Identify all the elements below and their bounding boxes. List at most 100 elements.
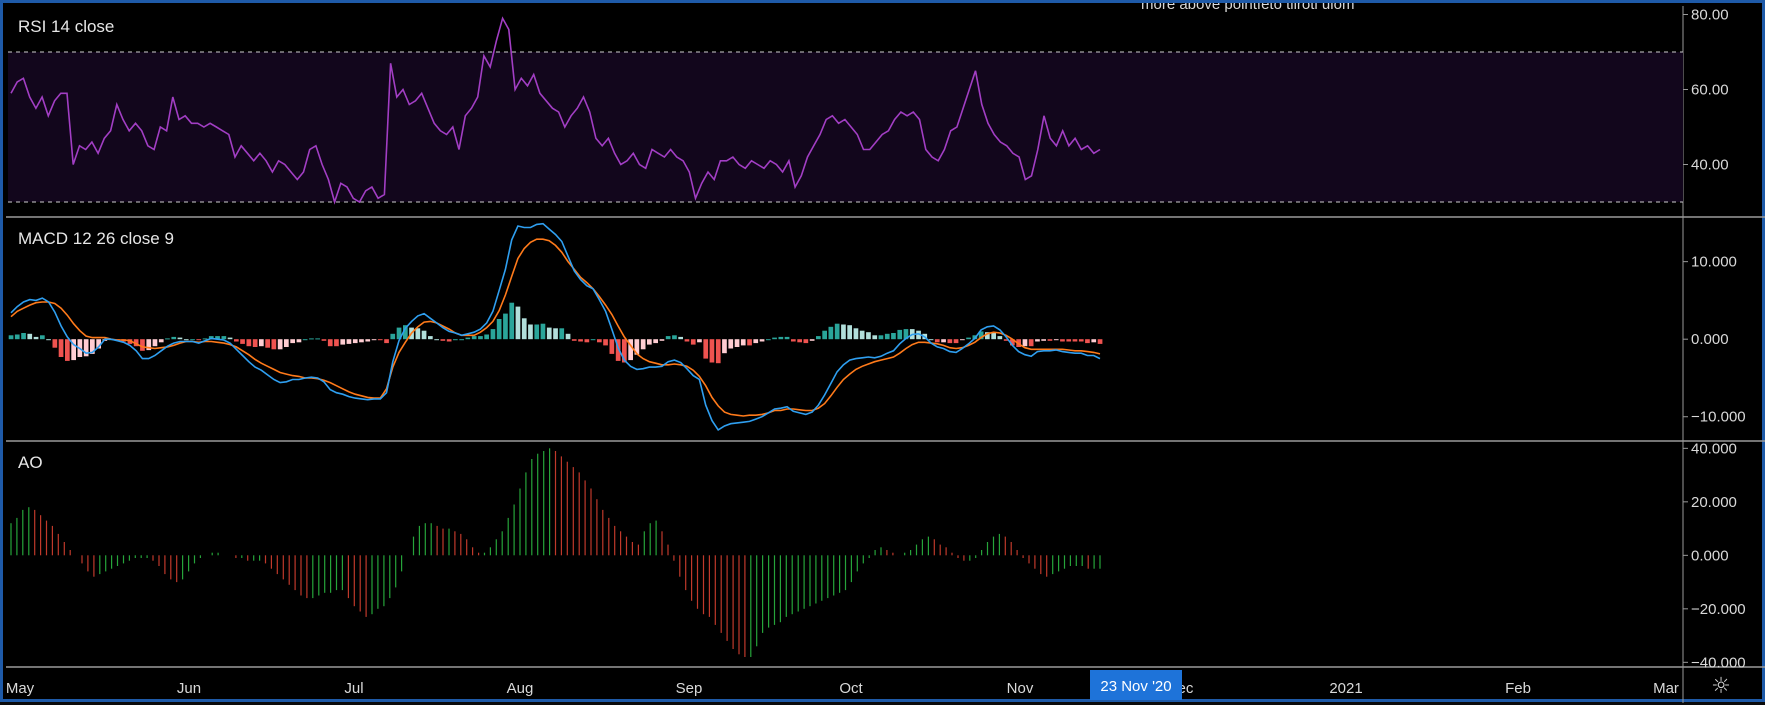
macd-hist-bar	[1078, 339, 1084, 342]
time-axis-label: Sep	[676, 680, 703, 697]
macd-hist-bar	[847, 325, 852, 340]
macd-hist-bar	[390, 333, 396, 340]
indicator-chart[interactable]: more above pointfeto tiirotl ulom RSI 14 …	[3, 3, 1765, 705]
macd-hist-bar	[578, 339, 583, 342]
macd-hist-bar	[941, 339, 946, 343]
macd-hist-bar	[478, 336, 483, 340]
macd-hist-bar	[803, 339, 809, 344]
macd-hist-bar	[816, 336, 821, 340]
macd-hist-bar	[509, 302, 515, 340]
macd-hist-bar	[490, 329, 496, 340]
time-axis-label: Feb	[1505, 680, 1531, 697]
macd-hist-bar	[346, 339, 352, 344]
macd-hist-bar	[446, 339, 452, 342]
macd-hist-bar	[165, 338, 170, 340]
y-tick-label: 10.000	[1691, 254, 1737, 271]
macd-hist-bar	[196, 339, 202, 341]
macd-hist-bar	[653, 339, 658, 344]
macd-hist-bar	[1066, 339, 1072, 342]
macd-hist-bar	[1085, 339, 1090, 344]
macd-hist-bar	[14, 334, 20, 340]
gear-icon[interactable]: ☼	[1707, 673, 1735, 701]
macd-hist-bar	[277, 339, 283, 350]
macd-hist-bar	[352, 339, 358, 344]
macd-hist-bar	[340, 339, 346, 345]
macd-hist-bar	[672, 335, 677, 340]
y-tick-label: 60.00	[1691, 82, 1729, 99]
macd-hist-bar	[697, 339, 702, 343]
macd-hist-bar	[822, 330, 827, 340]
macd-line	[10, 222, 1101, 431]
macd-hist-bar	[1091, 339, 1097, 343]
macd-hist-bar	[421, 330, 427, 340]
macd-hist-bar	[440, 339, 446, 341]
macd-histogram	[8, 302, 1103, 364]
rsi-band	[8, 52, 1683, 202]
macd-hist-bar	[246, 339, 252, 347]
macd-hist-bar	[1022, 339, 1028, 347]
macd-hist-bar	[960, 339, 965, 341]
macd-hist-bar	[271, 339, 277, 350]
macd-hist-bar	[709, 339, 715, 363]
macd-hist-bar	[966, 337, 971, 340]
macd-hist-bar	[221, 336, 227, 340]
macd-hist-bar	[753, 339, 759, 344]
time-axis-label: Aug	[507, 680, 534, 697]
time-axis-label: May	[6, 680, 35, 697]
macd-hist-bar	[46, 339, 51, 341]
macd-hist-bar	[884, 333, 890, 340]
macd-hist-bar	[872, 335, 878, 340]
macd-hist-bar	[459, 339, 464, 341]
macd-hist-bar	[797, 339, 802, 343]
y-tick-label: 0.000	[1691, 547, 1729, 564]
macd-hist-bar	[759, 339, 765, 342]
macd-hist-bar	[33, 336, 39, 340]
macd-hist-bar	[40, 335, 45, 340]
macd-hist-bar	[834, 323, 840, 340]
macd-hist-bar	[784, 336, 790, 340]
y-tick-label: 40.000	[1691, 440, 1737, 457]
macd-hist-bar	[359, 339, 364, 343]
y-tick-label: 20.000	[1691, 494, 1737, 511]
macd-hist-bar	[841, 324, 846, 340]
macd-hist-bar	[140, 339, 145, 351]
time-axis-label: Jun	[177, 680, 201, 697]
macd-hist-bar	[227, 337, 233, 340]
macd-hist-bar	[659, 339, 665, 341]
macd-hist-bar	[953, 339, 959, 344]
macd-hist-bar	[991, 333, 996, 340]
y-tick-label: 0.000	[1691, 331, 1729, 348]
macd-hist-bar	[240, 339, 245, 344]
macd-hist-bar	[640, 339, 646, 350]
macd-hist-bar	[284, 339, 289, 347]
macd-hist-bar	[678, 336, 683, 340]
macd-hist-bar	[1047, 339, 1053, 341]
crosshair-date-label: 23 Nov '20	[1100, 678, 1171, 695]
macd-hist-bar	[428, 336, 433, 340]
macd-hist-bar	[728, 339, 734, 349]
y-tick-label: −10.000	[1691, 409, 1746, 426]
macd-hist-bar	[415, 328, 421, 340]
macd-hist-bar	[778, 336, 784, 340]
macd-hist-bar	[584, 339, 590, 343]
macd-hist-bar	[534, 324, 540, 340]
macd-hist-bar	[453, 339, 458, 341]
macd-hist-bar	[334, 339, 339, 347]
time-axis-label: Jul	[344, 680, 363, 697]
macd-hist-bar	[647, 339, 652, 345]
pane-title: AO	[18, 453, 43, 472]
macd-hist-bar	[859, 330, 865, 340]
macd-hist-bar	[747, 339, 752, 346]
macd-hist-bar	[27, 333, 33, 340]
macd-hist-bar	[528, 324, 533, 340]
y-tick-label: 40.00	[1691, 157, 1729, 174]
macd-hist-bar	[384, 339, 389, 344]
macd-hist-bar	[52, 339, 58, 348]
macd-hist-bar	[1060, 339, 1065, 342]
signal-line	[10, 238, 1101, 417]
ao-histogram	[10, 448, 1101, 657]
macd-hist-bar	[234, 339, 239, 342]
macd-hist-bar	[8, 335, 14, 340]
macd-hist-bar	[553, 328, 558, 340]
macd-hist-bar	[327, 339, 333, 347]
